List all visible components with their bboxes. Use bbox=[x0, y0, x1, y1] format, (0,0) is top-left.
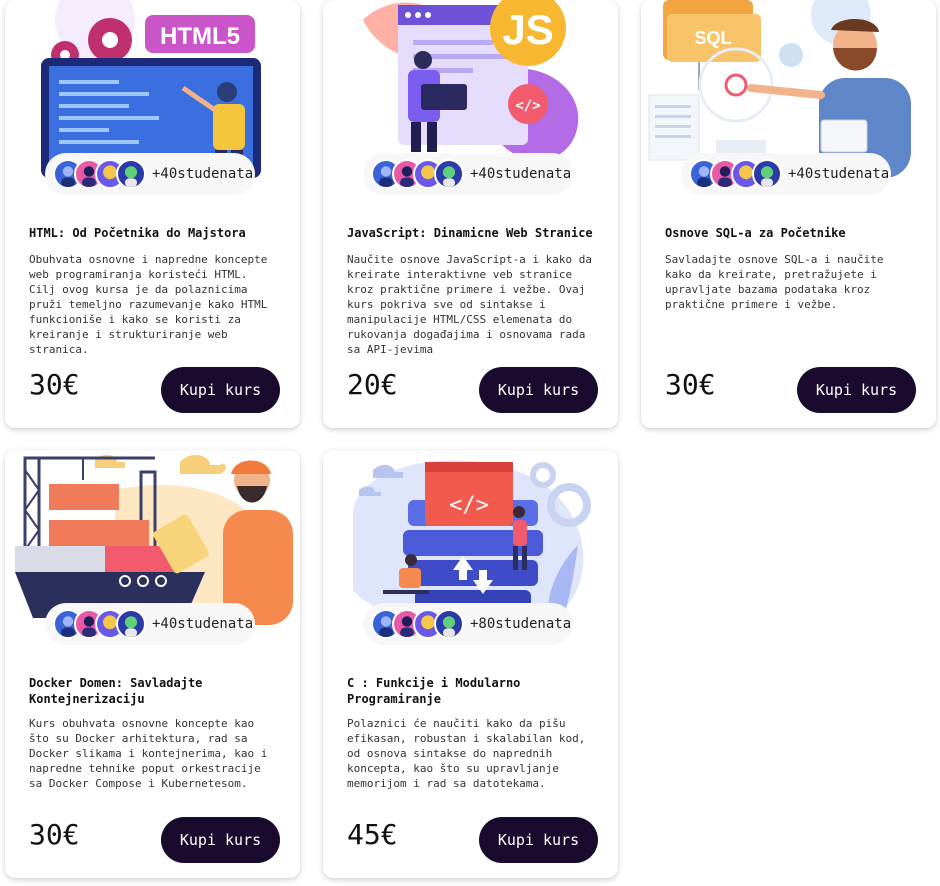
student-avatar bbox=[752, 159, 782, 189]
students-count: +80studenata bbox=[470, 616, 572, 632]
students-count: +40studenata bbox=[152, 166, 254, 182]
course-title: C : Funkcije i Modularno Programiranje bbox=[347, 676, 521, 706]
course-card-c[interactable]: </> +80studenata C : Funkcije i Modularn… bbox=[323, 450, 618, 878]
students-count: +40studenata bbox=[788, 166, 890, 182]
course-description: Polaznici će naučiti kako da pišu efikas… bbox=[347, 717, 586, 790]
course-title: Osnove SQL-a za Početnike bbox=[665, 226, 846, 240]
buy-course-button[interactable]: Kupi kurs bbox=[161, 367, 280, 413]
svg-text:</>: </> bbox=[515, 98, 540, 114]
html5-badge-text: HTML5 bbox=[160, 23, 240, 50]
student-avatar bbox=[116, 159, 146, 189]
course-price: 20€ bbox=[347, 368, 398, 401]
course-description: Kurs obuhvata osnovne koncepte kao što s… bbox=[29, 717, 268, 790]
students-count: +40studenata bbox=[152, 616, 254, 632]
course-price: 30€ bbox=[665, 368, 716, 401]
buy-course-button[interactable]: Kupi kurs bbox=[797, 367, 916, 413]
students-pill: +40studenata bbox=[45, 153, 255, 195]
course-card-javascript[interactable]: JS </> +40studenata JavaScript: Dinamicn… bbox=[323, 0, 618, 428]
student-avatar bbox=[116, 609, 146, 639]
course-title: HTML: Od Početnika do Majstora bbox=[29, 226, 246, 240]
course-card-html[interactable]: HTML5 +40studenata HTML: Od Početnika do… bbox=[5, 0, 300, 428]
course-card-sql[interactable]: SQL +40studenata Osnove SQL-a za Početni… bbox=[641, 0, 936, 428]
student-avatars bbox=[53, 609, 146, 639]
student-avatars bbox=[371, 159, 464, 189]
course-price: 45€ bbox=[347, 818, 398, 851]
students-count: +40studenata bbox=[470, 166, 572, 182]
course-card-docker[interactable]: +40studenata Docker Domen: Savladajte Ko… bbox=[5, 450, 300, 878]
course-price: 30€ bbox=[29, 818, 80, 851]
students-pill: +80studenata bbox=[363, 603, 573, 645]
student-avatars bbox=[689, 159, 782, 189]
buy-course-button[interactable]: Kupi kurs bbox=[479, 367, 598, 413]
course-title: JavaScript: Dinamicne Web Stranice bbox=[347, 226, 593, 240]
student-avatar bbox=[434, 609, 464, 639]
sql-badge-text: SQL bbox=[694, 28, 731, 48]
course-title: Docker Domen: Savladajte Kontejnerizacij… bbox=[29, 676, 203, 706]
js-badge-text: JS bbox=[502, 6, 553, 53]
buy-course-button[interactable]: Kupi kurs bbox=[479, 817, 598, 863]
students-pill: +40studenata bbox=[681, 153, 891, 195]
course-description: Obuhvata osnovne i napredne koncepte web… bbox=[29, 253, 268, 356]
svg-text:</>: </> bbox=[449, 493, 489, 518]
buy-course-button[interactable]: Kupi kurs bbox=[161, 817, 280, 863]
course-description: Naučite osnove JavaScript-a i kako da kr… bbox=[347, 253, 593, 356]
course-price: 30€ bbox=[29, 368, 80, 401]
students-pill: +40studenata bbox=[45, 603, 255, 645]
student-avatars bbox=[53, 159, 146, 189]
student-avatar bbox=[434, 159, 464, 189]
students-pill: +40studenata bbox=[363, 153, 573, 195]
course-description: Savladajte osnove SQL-a i naučite kako d… bbox=[665, 253, 884, 311]
student-avatars bbox=[371, 609, 464, 639]
